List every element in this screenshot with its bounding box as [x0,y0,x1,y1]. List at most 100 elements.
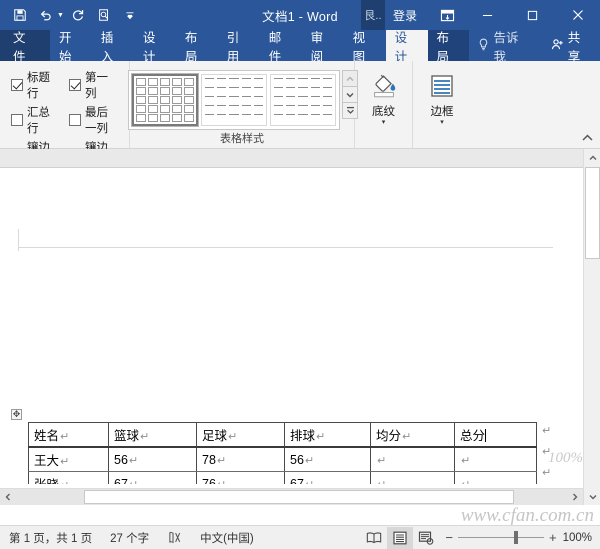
language-indicator[interactable]: 中文(中国) [191,530,263,546]
save-icon[interactable] [8,4,32,26]
pilcrow-icon: ↵ [60,480,69,484]
table-cell[interactable]: 56↵ [108,446,197,472]
table-style-plain-2[interactable] [270,74,336,126]
zoom-track[interactable] [457,531,544,544]
row-end-mark: ↵ [542,425,552,437]
shading-button[interactable]: 底纹 ▾ [360,65,408,126]
table-cell[interactable]: 姓名↵ [28,422,109,448]
checkbox-first-column[interactable]: 第一列 [69,69,117,101]
table-cell[interactable]: 篮球↵ [108,422,197,448]
proofing-status-icon[interactable] [158,531,191,544]
redo-icon[interactable] [66,4,90,26]
borders-dropdown-icon[interactable]: ▾ [440,119,444,126]
checkbox-header-row[interactable]: 标题行 [11,69,59,101]
tab-file[interactable]: 文件 [0,30,50,64]
checkbox-total-row-box[interactable] [11,114,23,126]
table-cell[interactable]: 均分↵ [370,422,455,448]
tab-review[interactable]: 审阅 [302,30,344,64]
tell-me-label: 告诉我 [493,30,519,64]
scroll-left-icon[interactable] [0,489,16,505]
zoom-slider-thumb[interactable] [513,531,518,544]
tell-me-box[interactable]: 告诉我 [469,30,537,64]
pilcrow-icon: ↵ [60,456,70,468]
table-cell[interactable]: 78↵ [196,446,285,472]
read-mode-view-button[interactable] [361,527,387,549]
table-style-grid[interactable] [131,73,199,127]
tab-design[interactable]: 设计 [134,30,176,64]
table-cell[interactable]: 排球↵ [284,422,371,448]
tab-layout[interactable]: 布局 [176,30,218,64]
document-table[interactable]: 姓名↵ 篮球↵ 足球↵ 排球↵ 均分↵ 总分 王大↵ 56↵ 78↵ 56↵ ↵… [28,422,537,484]
table-cell[interactable]: 足球↵ [196,422,285,448]
customize-qat-icon[interactable] [118,4,142,26]
page-indicator[interactable]: 第 1 页，共 1 页 [0,530,101,546]
share-button[interactable]: 共享 [542,30,600,64]
truncated-qat-overflow[interactable]: 艮.. [360,0,385,30]
tab-view[interactable]: 视图 [344,30,386,64]
table-style-plain-1[interactable] [201,74,267,126]
web-layout-view-button[interactable] [413,527,439,549]
table-header-row[interactable]: 姓名↵ 篮球↵ 足球↵ 排球↵ 均分↵ 总分 [28,422,537,448]
undo-icon[interactable] [34,4,58,26]
zoom-in-button[interactable]: + [549,530,557,545]
close-button[interactable] [555,0,600,30]
table-row[interactable]: 张晓↵ 67↵ 76↵ 67↵ ↵ ↵ [28,471,537,485]
document-page[interactable]: ✥ 姓名↵ 篮球↵ 足球↵ 排球↵ 均分↵ 总分 王大↵ 56↵ 78↵ 56↵… [0,169,583,484]
scroll-up-icon[interactable] [584,149,600,166]
zoom-level-button[interactable]: 100% [563,532,600,544]
print-layout-view-button[interactable] [387,526,414,549]
table-cell[interactable]: 67↵ [108,471,197,484]
table-row[interactable]: 王大↵ 56↵ 78↵ 56↵ ↵ ↵ [28,446,537,472]
pilcrow-icon: ↵ [60,431,70,443]
table-cell[interactable]: ↵ [454,446,537,472]
ribbon-display-options-icon[interactable] [429,0,465,30]
tab-references[interactable]: 引用 [218,30,260,64]
maximize-button[interactable] [510,0,555,30]
word-count[interactable]: 27 个字 [101,530,158,546]
borders-button[interactable]: 边框 ▾ [418,65,466,126]
table-cell[interactable]: ↵ [370,471,455,484]
minimize-button[interactable] [465,0,510,30]
site-watermark: www.cfan.com.cn [460,505,594,526]
ruler[interactable] [0,149,600,168]
table-cell[interactable]: ↵ [454,471,537,484]
vertical-scroll-thumb[interactable] [585,167,600,259]
checkbox-total-row-label: 汇总行 [27,107,50,135]
tab-table-design[interactable]: 设计 [385,30,428,64]
cell-text: 67 [290,476,304,485]
table-move-handle[interactable]: ✥ [11,409,22,420]
checkbox-first-column-box[interactable] [69,79,81,91]
tab-mailings[interactable]: 邮件 [260,30,302,64]
tab-insert[interactable]: 插入 [92,30,134,64]
table-cell[interactable]: ↵ [370,446,455,472]
scroll-right-icon[interactable] [567,489,583,505]
tab-home[interactable]: 开始 [50,30,92,64]
checkbox-header-row-box[interactable] [11,79,23,91]
table-cell[interactable]: 76↵ [196,471,285,484]
sign-in-button[interactable]: 登录 [385,0,429,30]
horizontal-scrollbar[interactable] [0,488,583,505]
shading-dropdown-icon[interactable]: ▾ [382,119,386,126]
group-shading: 底纹 ▾ [355,61,413,149]
tab-table-layout[interactable]: 布局 [427,30,470,64]
table-cell[interactable]: 总分 [454,422,537,448]
horizontal-scroll-thumb[interactable] [84,490,514,504]
table-cell[interactable]: 56↵ [284,446,371,472]
checkbox-total-row[interactable]: 汇总行 [11,104,59,136]
zoom-slider[interactable]: − + [439,530,562,545]
text-cursor [485,429,487,442]
margin-guide-top [18,247,553,248]
scroll-down-icon[interactable] [584,488,600,505]
table-cell[interactable]: 王大↵ [28,446,109,472]
cell-text: 姓名 [34,429,60,443]
group-label-table-styles: 表格样式 [220,133,264,145]
vertical-scrollbar[interactable] [583,149,600,505]
checkbox-last-column[interactable]: 最后一列 [69,104,117,136]
table-cell[interactable]: 张晓↵ [28,471,109,484]
print-preview-icon[interactable] [92,4,116,26]
checkbox-last-column-box[interactable] [69,114,81,126]
table-cell[interactable]: 67↵ [284,471,371,485]
undo-dropdown-icon[interactable]: ▼ [57,12,64,19]
collapse-ribbon-icon[interactable] [578,130,596,146]
zoom-out-button[interactable]: − [445,530,453,545]
